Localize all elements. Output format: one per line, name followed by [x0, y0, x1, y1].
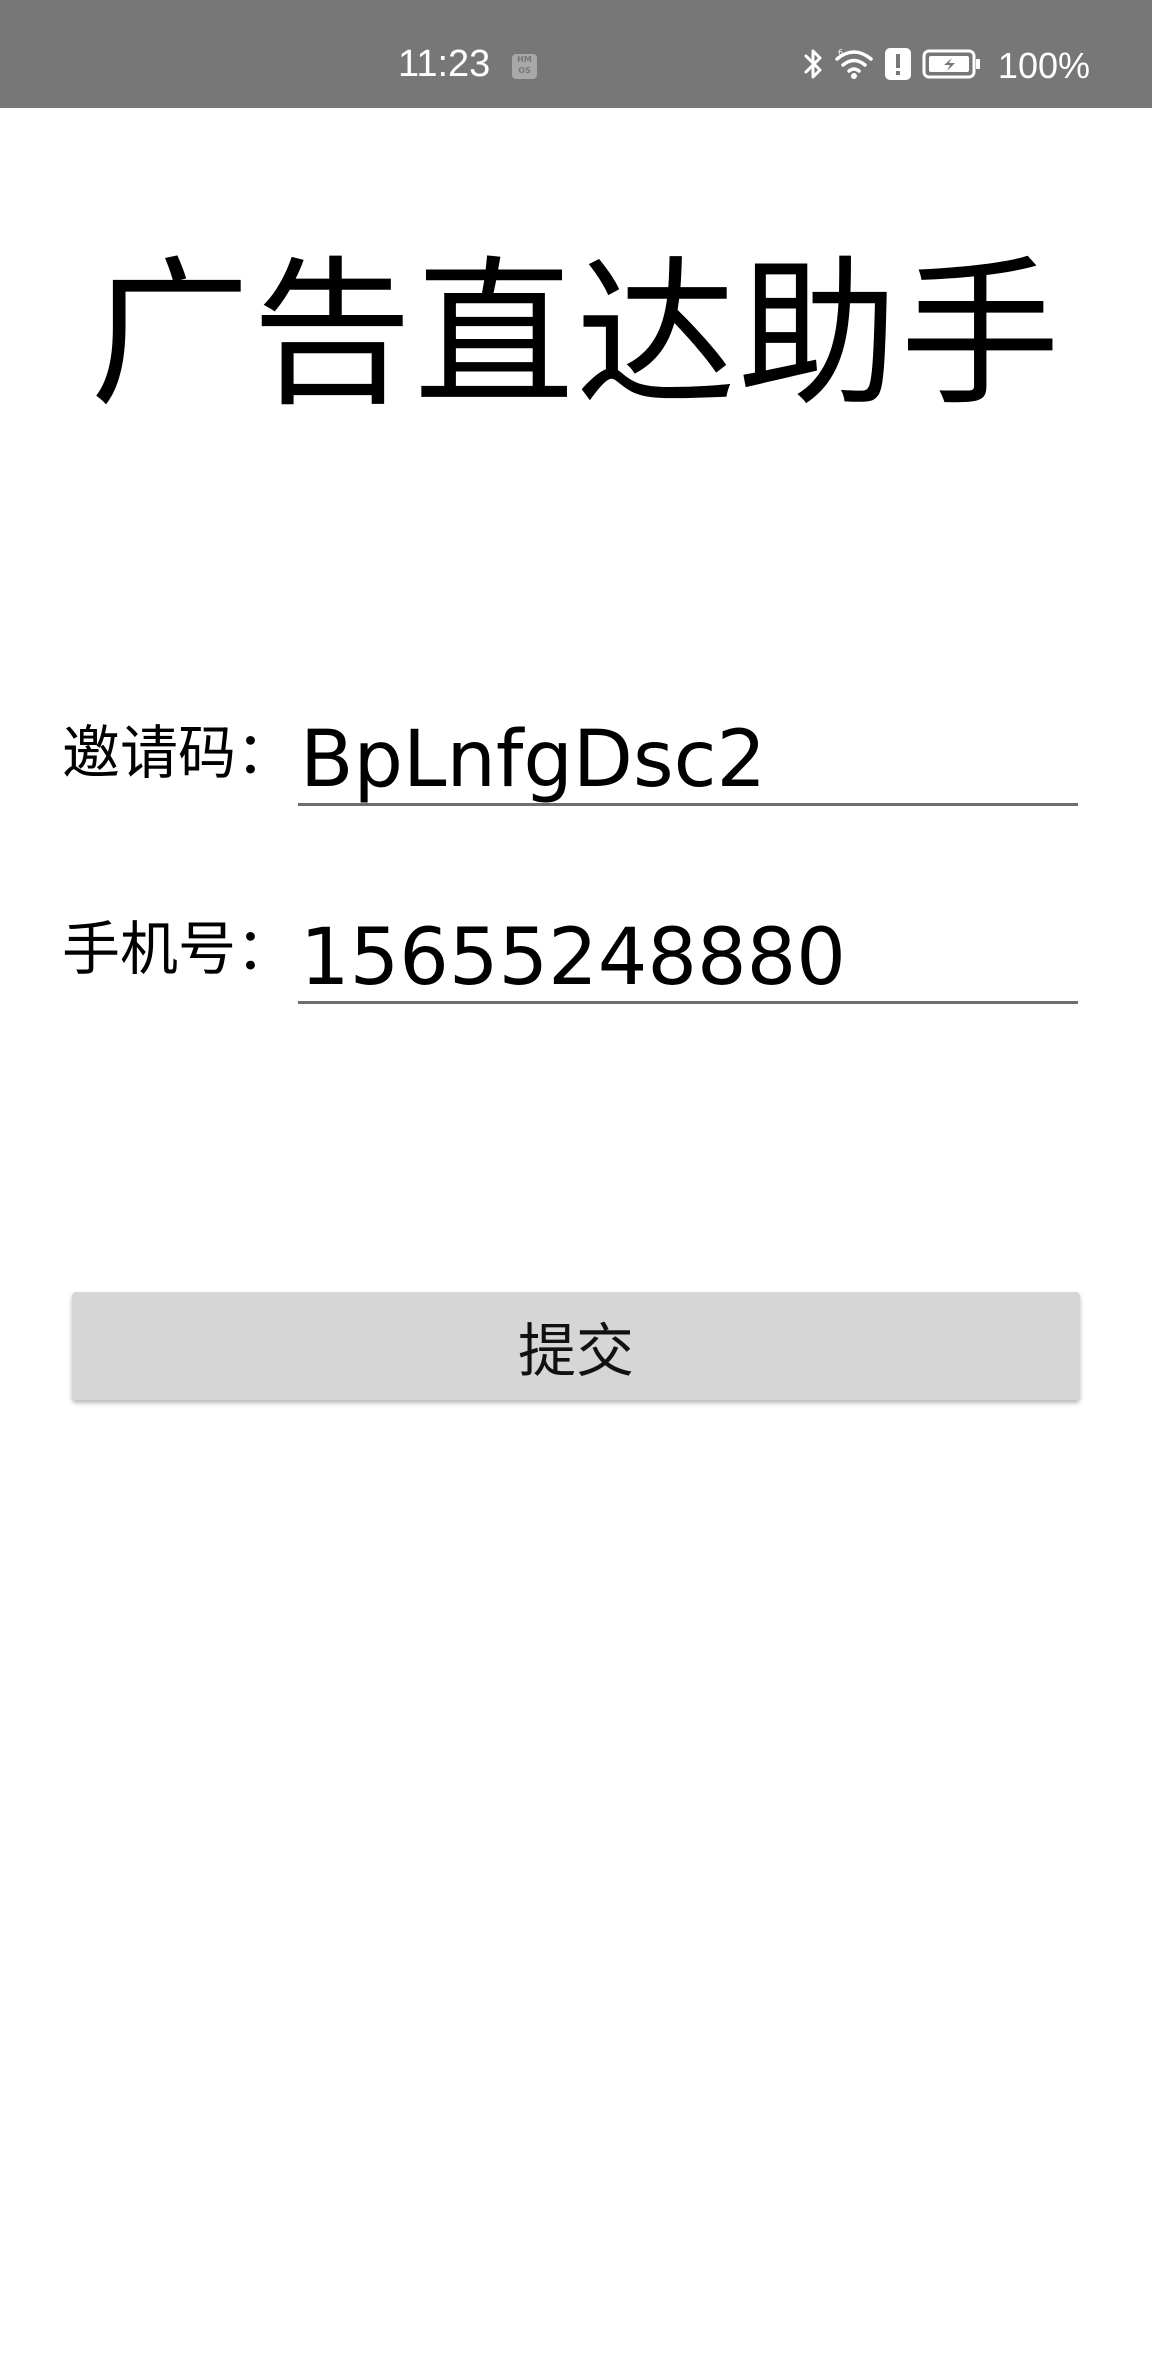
svg-text:6: 6 — [838, 48, 843, 57]
status-time: 11:23 — [398, 43, 491, 85]
phone-number-input[interactable] — [298, 914, 1078, 1004]
status-bar: 11:23 HM OS 6 100% — [0, 0, 1152, 108]
alert-icon — [884, 47, 912, 85]
submit-button-label: 提交 — [517, 1317, 634, 1385]
battery-charging-icon — [922, 48, 982, 84]
status-icons: 6 100% — [802, 44, 1090, 88]
bluetooth-icon — [802, 46, 824, 86]
phone-number-label: 手机号： — [62, 915, 295, 983]
page-title: 广告直达助手 — [89, 241, 1062, 428]
battery-percent: 100% — [997, 45, 1090, 86]
wifi-icon: 6 — [834, 47, 874, 85]
submit-button[interactable]: 提交 — [72, 1292, 1080, 1400]
invite-code-label: 邀请码： — [62, 719, 295, 787]
hmos-icon: HM OS — [512, 54, 537, 79]
invite-code-input[interactable] — [298, 716, 1078, 806]
app-screen: 11:23 HM OS 6 100% 广告直达助手 邀请码： BpLnfgDsc… — [0, 0, 1152, 2376]
